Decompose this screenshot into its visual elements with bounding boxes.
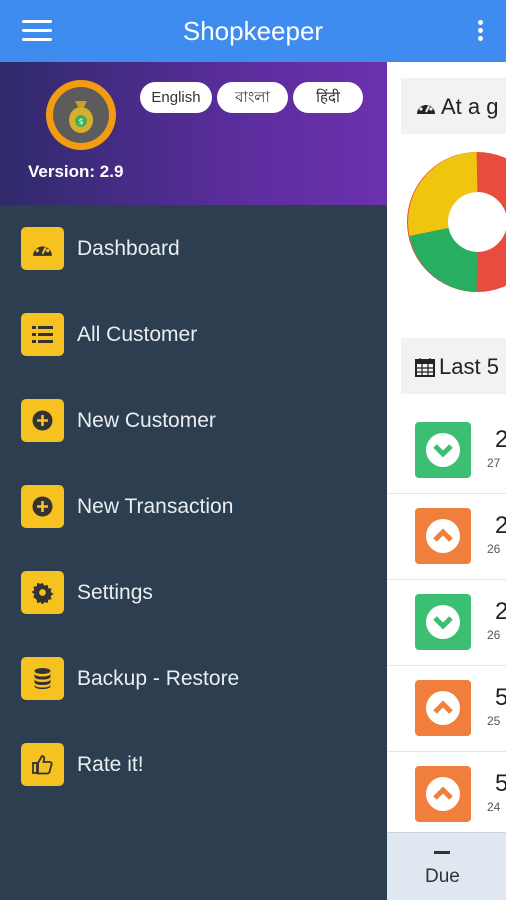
transaction-amount: 5 (495, 770, 506, 797)
nav-item-all-customer[interactable]: All Customer (0, 291, 387, 371)
nav-item-label: New Transaction (77, 495, 234, 518)
transaction-amount: 2 (495, 512, 506, 539)
arrow-down-icon (415, 594, 471, 650)
calendar-icon (415, 358, 435, 377)
plus-circle-icon (21, 485, 64, 528)
money-bag-icon: $ (69, 101, 93, 133)
transaction-amount: 5 (495, 684, 506, 711)
transaction-date: 25 (487, 714, 501, 728)
transaction-row[interactable]: 5 25 (387, 666, 506, 752)
nav-item-new-customer[interactable]: New Customer (0, 377, 387, 457)
nav-item-settings[interactable]: Settings (0, 549, 387, 629)
gear-icon (21, 571, 64, 614)
list-icon (21, 313, 64, 356)
arrow-up-icon (415, 766, 471, 822)
transaction-date: 24 (487, 800, 501, 814)
language-english-button[interactable]: English (140, 82, 212, 113)
last-transactions-header: Last 5 (401, 338, 506, 394)
glance-title: At a g (441, 94, 499, 119)
app-bar: Shopkeeper (0, 0, 506, 62)
last-title: Last 5 (439, 354, 499, 379)
thumbs-up-icon (21, 743, 64, 786)
plus-circle-icon (21, 399, 64, 442)
drawer-header: $ Version: 2.9 English বাংলা हिंदी (0, 62, 387, 205)
transaction-row[interactable]: 2 26 (387, 494, 506, 580)
transaction-date: 26 (487, 542, 501, 556)
nav-item-label: New Customer (77, 409, 216, 432)
nav-item-label: All Customer (77, 323, 198, 346)
summary-donut-chart (407, 152, 506, 292)
arrow-down-icon (415, 422, 471, 478)
nav-item-dashboard[interactable]: Dashboard (0, 205, 387, 285)
transaction-row[interactable]: 2 27 (387, 408, 506, 494)
app-title: Shopkeeper (182, 16, 324, 46)
language-bangla-button[interactable]: বাংলা (217, 82, 288, 113)
nav-item-label: Dashboard (77, 237, 180, 260)
transaction-row[interactable]: 5 24 (387, 752, 506, 838)
transaction-date: 26 (487, 628, 501, 642)
navigation-drawer: $ Version: 2.9 English বাংলা हिंदी Dashb… (0, 62, 387, 900)
dashboard-icon (21, 227, 64, 270)
database-icon (21, 657, 64, 700)
nav-item-label: Settings (77, 581, 153, 604)
transaction-amount: 2 (495, 598, 506, 625)
nav-item-new-transaction[interactable]: New Transaction (0, 463, 387, 543)
arrow-up-icon (415, 680, 471, 736)
nav-item-rate-it[interactable]: Rate it! (0, 721, 387, 801)
transaction-amount: 2 (495, 426, 506, 453)
glance-card-header: At a g (401, 78, 506, 134)
svg-text:$: $ (78, 117, 83, 126)
arrow-up-icon (415, 508, 471, 564)
transaction-date: 27 (487, 456, 501, 470)
language-hindi-button[interactable]: हिंदी (293, 82, 363, 113)
nav-item-backup-restore[interactable]: Backup - Restore (0, 635, 387, 715)
tab-due[interactable]: Due (387, 832, 506, 900)
minus-icon (434, 851, 450, 854)
transaction-row[interactable]: 2 26 (387, 580, 506, 666)
tab-due-label: Due (425, 866, 460, 887)
app-logo: $ (46, 80, 116, 150)
dashboard-icon (417, 102, 435, 114)
nav-item-label: Rate it! (77, 753, 144, 776)
dashboard-content: At a g Last 5 2 27 2 26 2 26 5 25 5 24 D… (387, 62, 506, 900)
version-label: Version: 2.9 (28, 162, 124, 181)
more-options-icon[interactable] (476, 20, 484, 44)
nav-item-label: Backup - Restore (77, 667, 240, 690)
